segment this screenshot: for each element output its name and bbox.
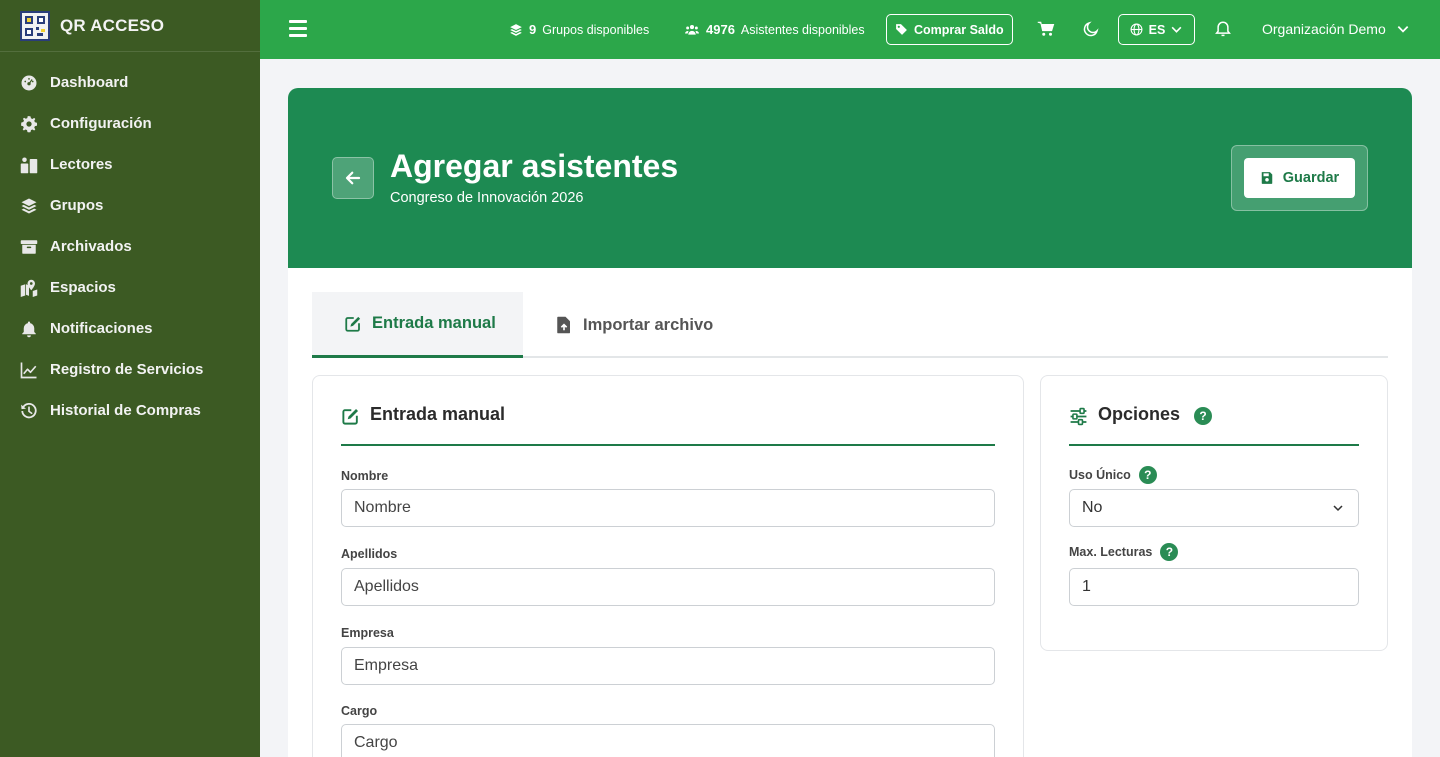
manual-entry-title: Entrada manual bbox=[370, 404, 506, 424]
sidebar-item-label: Historial de Compras bbox=[50, 402, 201, 419]
sidebar-item-notificaciones[interactable]: Notificaciones bbox=[0, 308, 260, 349]
first-name-label: Nombre bbox=[341, 469, 389, 483]
tab-import-file[interactable]: Importar archivo bbox=[555, 292, 713, 358]
sidebar-item-archivados[interactable]: Archivados bbox=[0, 226, 260, 267]
help-icon[interactable]: ? bbox=[1194, 407, 1213, 425]
position-label: Cargo bbox=[341, 704, 378, 718]
qr-logo-icon bbox=[20, 10, 50, 41]
single-use-label-row: Uso Único ? bbox=[1069, 466, 1157, 484]
event-name: Congreso de Innovación 2026 bbox=[390, 190, 584, 206]
manual-entry-card: Entrada manual Nombre Apellidos Empresa … bbox=[312, 375, 1024, 757]
chevron-down-icon bbox=[1171, 26, 1182, 33]
sidebar-item-label: Registro de Servicios bbox=[50, 361, 204, 378]
edit-square-icon bbox=[342, 408, 359, 425]
last-name-input[interactable] bbox=[341, 568, 995, 606]
sidebar-item-label: Configuración bbox=[50, 115, 152, 132]
dark-mode-moon-icon[interactable] bbox=[1082, 20, 1100, 38]
sidebar-item-configuracion[interactable]: Configuración bbox=[0, 103, 260, 144]
sidebar-item-label: Espacios bbox=[50, 279, 116, 296]
max-reads-label: Max. Lecturas bbox=[1069, 545, 1153, 559]
page-title: Agregar asistentes bbox=[390, 148, 679, 184]
max-reads-input[interactable] bbox=[1069, 568, 1359, 606]
attendees-label: Asistentes disponibles bbox=[740, 22, 865, 37]
buy-balance-button[interactable]: Comprar Saldo bbox=[886, 14, 1013, 45]
sidebar-item-espacios[interactable]: Espacios bbox=[0, 267, 260, 308]
tag-icon bbox=[896, 24, 907, 35]
map-location-icon bbox=[20, 279, 38, 297]
manual-entry-header: Entrada manual bbox=[341, 404, 995, 446]
sidebar-nav: Dashboard Configuración Lectores Grupos … bbox=[0, 52, 260, 431]
layers-icon bbox=[510, 23, 522, 36]
sidebar: QR ACCESO Dashboard Configuración Lector… bbox=[0, 0, 260, 757]
archive-box-icon bbox=[20, 238, 38, 256]
sidebar-item-label: Archivados bbox=[50, 238, 132, 255]
sidebar-item-grupos[interactable]: Grupos bbox=[0, 185, 260, 226]
back-button[interactable] bbox=[332, 157, 374, 199]
max-reads-label-row: Max. Lecturas ? bbox=[1069, 543, 1179, 561]
single-use-label: Uso Único bbox=[1069, 468, 1131, 482]
tab-label: Importar archivo bbox=[583, 315, 714, 334]
line-chart-icon bbox=[20, 361, 38, 379]
layers-icon bbox=[20, 197, 38, 215]
save-button-wrapper: Guardar bbox=[1231, 145, 1368, 211]
floppy-disk-icon bbox=[1261, 172, 1273, 184]
language-selector[interactable]: ES bbox=[1118, 14, 1195, 45]
main-content: Entrada manual Importar archivo Entrada … bbox=[288, 268, 1412, 757]
sidebar-item-dashboard[interactable]: Dashboard bbox=[0, 62, 260, 103]
dashboard-gauge-icon bbox=[20, 74, 38, 92]
sliders-icon bbox=[1070, 407, 1087, 426]
company-input[interactable] bbox=[341, 647, 995, 685]
arrow-left-icon bbox=[345, 171, 361, 185]
help-icon[interactable]: ? bbox=[1138, 466, 1157, 484]
attendees-count: 4976 bbox=[706, 22, 735, 37]
sidebar-item-label: Notificaciones bbox=[50, 320, 153, 337]
history-icon bbox=[20, 402, 38, 420]
sidebar-item-historial-compras[interactable]: Historial de Compras bbox=[0, 390, 260, 431]
buy-balance-label: Comprar Saldo bbox=[914, 22, 1004, 37]
page-header: Agregar asistentes Congreso de Innovació… bbox=[288, 88, 1412, 268]
save-button-label: Guardar bbox=[1282, 170, 1340, 186]
globe-icon bbox=[1130, 23, 1143, 36]
chevron-down-icon bbox=[1333, 505, 1343, 512]
sidebar-item-lectores[interactable]: Lectores bbox=[0, 144, 260, 185]
help-icon[interactable]: ? bbox=[1160, 543, 1179, 561]
bell-icon[interactable] bbox=[1214, 20, 1232, 38]
single-use-select[interactable]: No bbox=[1069, 489, 1359, 527]
sidebar-item-label: Grupos bbox=[50, 197, 104, 214]
tab-manual-entry[interactable]: Entrada manual bbox=[312, 292, 523, 358]
users-icon bbox=[685, 24, 699, 35]
brand[interactable]: QR ACCESO bbox=[0, 0, 260, 52]
attendees-available-stat: 4976 Asistentes disponibles bbox=[684, 22, 865, 37]
chevron-down-icon bbox=[1397, 26, 1409, 33]
topbar: 9 Grupos disponibles 4976 Asistentes dis… bbox=[260, 0, 1440, 59]
sidebar-item-label: Lectores bbox=[50, 156, 113, 173]
company-label: Empresa bbox=[341, 626, 394, 640]
edit-square-icon bbox=[345, 316, 361, 332]
bell-icon bbox=[20, 320, 38, 338]
tab-bar: Entrada manual Importar archivo bbox=[312, 292, 1388, 358]
save-button[interactable]: Guardar bbox=[1244, 158, 1355, 198]
sidebar-item-registro-servicios[interactable]: Registro de Servicios bbox=[0, 349, 260, 390]
first-name-input[interactable] bbox=[341, 489, 995, 527]
sidebar-item-label: Dashboard bbox=[50, 74, 129, 91]
groups-label: Grupos disponibles bbox=[542, 22, 650, 37]
organization-name: Organización Demo bbox=[1262, 21, 1386, 37]
single-use-value: No bbox=[1082, 499, 1103, 516]
app-name: QR ACCESO bbox=[60, 15, 165, 35]
gear-icon bbox=[20, 115, 38, 133]
tab-label: Entrada manual bbox=[372, 314, 496, 332]
position-input[interactable] bbox=[341, 724, 995, 757]
options-card: Opciones ? Uso Único ? No Max. Lecturas … bbox=[1040, 375, 1388, 651]
cart-icon[interactable] bbox=[1037, 20, 1055, 38]
file-upload-icon bbox=[557, 316, 570, 334]
groups-available-stat: 9 Grupos disponibles bbox=[509, 22, 649, 37]
organization-menu[interactable]: Organización Demo bbox=[1262, 21, 1410, 37]
language-value: ES bbox=[1148, 22, 1166, 37]
options-header: Opciones ? bbox=[1069, 404, 1359, 446]
options-title: Opciones bbox=[1098, 404, 1181, 424]
last-name-label: Apellidos bbox=[341, 547, 398, 561]
groups-count: 9 bbox=[529, 22, 537, 37]
readers-icon bbox=[20, 156, 38, 174]
menu-toggle-icon[interactable] bbox=[289, 20, 307, 38]
